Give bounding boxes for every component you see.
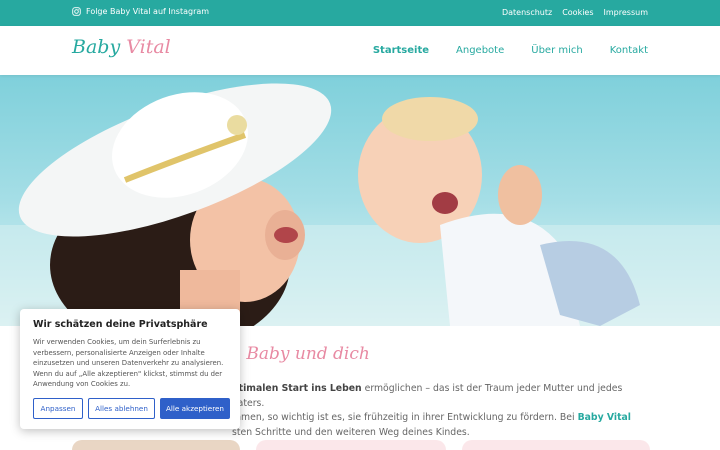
instagram-link[interactable]: Folge Baby Vital auf Instagram xyxy=(72,7,209,16)
section-heading: n Baby und dich xyxy=(230,344,370,364)
top-links: Datenschutz Cookies Impressum xyxy=(502,8,648,17)
instagram-text: Folge Baby Vital auf Instagram xyxy=(86,7,210,16)
nav-angebote[interactable]: Angebote xyxy=(456,45,504,56)
nav-ueber-mich[interactable]: Über mich xyxy=(531,45,582,56)
link-impressum[interactable]: Impressum xyxy=(604,8,648,17)
link-datenschutz[interactable]: Datenschutz xyxy=(502,8,552,17)
logo-vital: Vital xyxy=(126,36,171,58)
site-header: Baby Vital Startseite Angebote Über mich… xyxy=(0,26,720,75)
cookie-title: Wir schätzen deine Privatsphäre xyxy=(33,319,208,330)
offer-card-1[interactable] xyxy=(72,440,240,450)
para-brand[interactable]: Baby Vital xyxy=(578,412,631,423)
logo-baby: Baby xyxy=(72,36,121,58)
offer-card-3[interactable] xyxy=(462,440,650,450)
offer-card-2[interactable] xyxy=(256,440,446,450)
link-cookies[interactable]: Cookies xyxy=(562,8,593,17)
nav-kontakt[interactable]: Kontakt xyxy=(610,45,648,56)
top-bar: Folge Baby Vital auf Instagram Datenschu… xyxy=(0,0,720,26)
cookie-text: Wir verwenden Cookies, um dein Surferleb… xyxy=(33,338,224,388)
main-nav: Startseite Angebote Über mich Kontakt xyxy=(373,45,648,56)
para-line3: sten Schritte und den weiteren Weg deine… xyxy=(232,426,470,438)
instagram-icon xyxy=(72,7,81,16)
nav-startseite[interactable]: Startseite xyxy=(373,45,429,56)
para-strong: ptimalen Start ins Leben xyxy=(232,383,362,394)
para-line2: mmen, so wichtig ist es, sie frühzeitig … xyxy=(232,412,578,423)
cookie-accept-button[interactable]: Alle akzeptieren xyxy=(160,398,230,419)
cookie-customize-button[interactable]: Anpassen xyxy=(33,398,83,419)
mother-baby-illustration xyxy=(0,83,720,326)
cookie-buttons: Anpassen Alles ablehnen Alle akzeptieren xyxy=(33,398,230,419)
cookie-reject-button[interactable]: Alles ablehnen xyxy=(88,398,155,419)
logo[interactable]: Baby Vital xyxy=(72,36,171,58)
cookie-banner: Wir schätzen deine Privatsphäre Wir verw… xyxy=(20,309,240,429)
hero-image xyxy=(0,75,720,326)
intro-paragraph: ptimalen Start ins Leben ermöglichen – d… xyxy=(232,382,652,440)
